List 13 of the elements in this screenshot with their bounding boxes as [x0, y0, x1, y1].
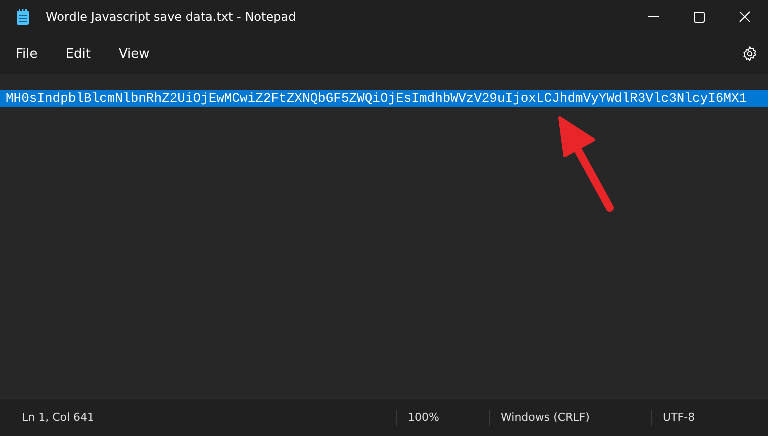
- menu-item[interactable]: File: [6, 40, 48, 68]
- menu-item[interactable]: View: [108, 40, 160, 68]
- status-text: UTF-8: [651, 410, 768, 426]
- window-title: Wordle Javascript save data.txt - Notepad: [46, 10, 298, 24]
- menu-item[interactable]: Edit: [56, 40, 101, 68]
- status-text: Ln 1, Col 641: [21, 410, 96, 426]
- minimize-icon: [648, 16, 658, 18]
- close-icon: [739, 11, 751, 23]
- status-text: 100%: [396, 410, 489, 426]
- notepad-icon: [16, 8, 30, 26]
- maximize-icon: [694, 12, 704, 22]
- settings-icon[interactable]: [742, 46, 758, 62]
- status-text: Windows (CRLF): [489, 410, 651, 426]
